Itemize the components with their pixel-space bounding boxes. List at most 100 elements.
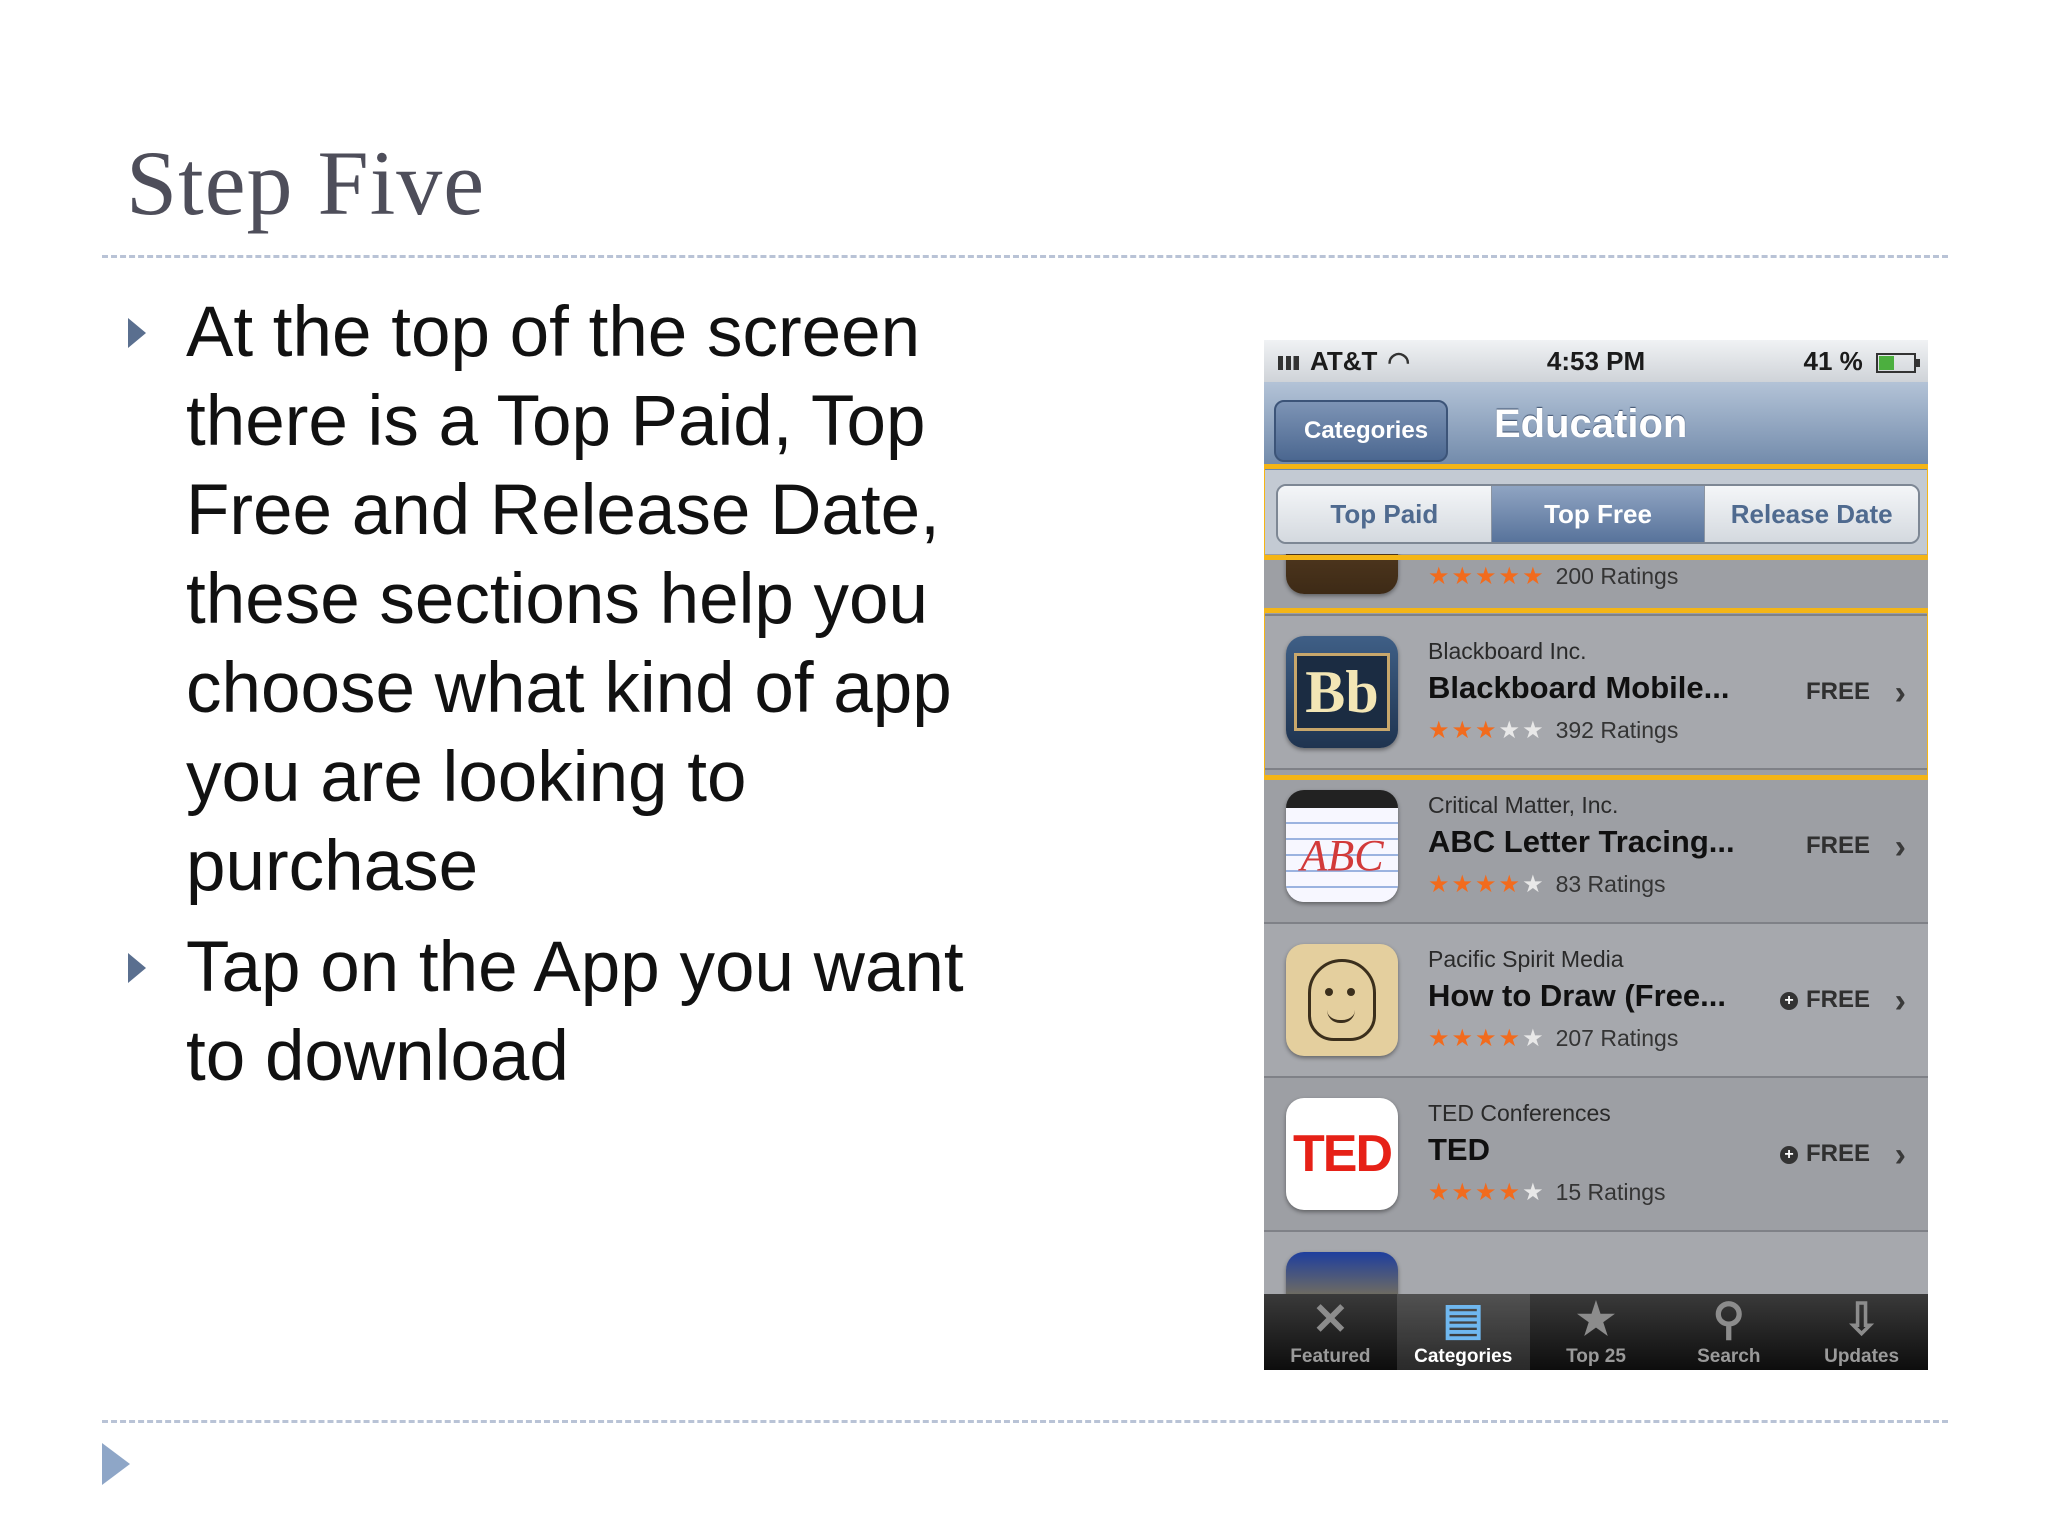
rating-count: 207 Ratings xyxy=(1555,1025,1679,1051)
bullet-text: At the top of the screen there is a Top … xyxy=(186,293,952,906)
app-icon xyxy=(1286,554,1398,594)
tab-label: Featured xyxy=(1290,1346,1371,1367)
face-sketch xyxy=(1308,959,1376,1041)
app-icon xyxy=(1286,1252,1398,1294)
rating: ★★★★★ 15 Ratings xyxy=(1428,1178,1666,1207)
star-icon: ★ xyxy=(1428,871,1452,898)
tab-label: Search xyxy=(1697,1346,1761,1367)
list-item[interactable]: ABC Critical Matter, Inc. ABC Letter Tra… xyxy=(1264,770,1928,924)
star-icon: ★ xyxy=(1475,871,1499,898)
price-text: FREE xyxy=(1805,986,1870,1013)
app-name: ABC Letter Tracing... xyxy=(1428,824,1735,859)
list-item[interactable]: ★★★★★ 200 Ratings xyxy=(1264,554,1928,616)
categories-back-button[interactable]: Categories xyxy=(1274,400,1449,462)
app-publisher: TED Conferences xyxy=(1428,1100,1611,1126)
bullet-arrow-icon xyxy=(128,953,146,983)
bullet-arrow-icon xyxy=(128,318,146,348)
bullet-text: Tap on the App you want to download xyxy=(186,928,964,1096)
face-drawing-icon xyxy=(1286,944,1398,1056)
star-icon: ★ xyxy=(1522,563,1546,590)
price-label: + FREE xyxy=(1779,986,1870,1014)
star-icon: ★ xyxy=(1522,1025,1546,1052)
updates-icon: ⇩ xyxy=(1843,1295,1881,1344)
slide-title: Step Five xyxy=(126,132,486,234)
star-rating: ★★★★★ xyxy=(1428,1178,1546,1207)
star-icon: ★ xyxy=(1522,871,1546,898)
tab-search[interactable]: ⚲ Search xyxy=(1662,1294,1795,1370)
abc-icon: ABC xyxy=(1286,790,1398,902)
rating-count: 15 Ratings xyxy=(1555,1179,1666,1205)
bullet-item: At the top of the screen there is a Top … xyxy=(124,288,984,911)
battery-fill xyxy=(1879,356,1894,371)
star-icon: ★ xyxy=(1576,1295,1616,1344)
tab-label: Top 25 xyxy=(1566,1346,1626,1367)
rating: ★★★★★ 83 Ratings xyxy=(1428,870,1666,899)
bottom-divider xyxy=(102,1420,1948,1423)
chevron-right-icon: › xyxy=(1894,1136,1906,1174)
star-icon: ★ xyxy=(1475,1179,1499,1206)
star-icon: ★ xyxy=(1428,1179,1452,1206)
app-publisher: Pacific Spirit Media xyxy=(1428,946,1624,972)
price-text: FREE xyxy=(1805,832,1870,859)
star-icon: ★ xyxy=(1428,1025,1452,1052)
phone-screenshot: AT&T ◠ 4:53 PM 41 % Categories Education … xyxy=(1264,340,1928,1370)
star-icon: ★ xyxy=(1451,1179,1476,1206)
star-icon: ★ xyxy=(1498,1179,1523,1206)
bullet-list: At the top of the screen there is a Top … xyxy=(124,288,984,1113)
app-name: How to Draw (Free... xyxy=(1428,978,1726,1013)
star-rating: ★★★★★ xyxy=(1428,1024,1546,1053)
icon-label: TED xyxy=(1293,1125,1393,1183)
top-divider xyxy=(102,255,1948,258)
list-item[interactable]: Pacific Spirit Media How to Draw (Free..… xyxy=(1264,924,1928,1078)
battery-icon xyxy=(1876,353,1920,374)
tab-bar: ✕ Featured ▤ Categories ★ Top 25 ⚲ Search ⇩ U… xyxy=(1264,1294,1928,1370)
star-icon: ★ xyxy=(1475,1025,1499,1052)
categories-icon: ▤ xyxy=(1442,1295,1484,1344)
star-icon: ★ xyxy=(1451,871,1476,898)
navigation-bar: Categories Education xyxy=(1264,382,1928,471)
tab-top-25[interactable]: ★ Top 25 xyxy=(1530,1294,1663,1370)
rating-count: 83 Ratings xyxy=(1555,871,1666,897)
app-publisher: Critical Matter, Inc. xyxy=(1428,792,1619,818)
chevron-right-icon: › xyxy=(1894,828,1906,866)
star-icon: ★ xyxy=(1451,563,1476,590)
star-icon: ★ xyxy=(1428,563,1452,590)
star-rating: ★★★★★ xyxy=(1428,870,1546,899)
tab-updates[interactable]: ⇩ Updates xyxy=(1795,1294,1928,1370)
rating: ★★★★★ 200 Ratings xyxy=(1428,562,1678,591)
star-icon: ★ xyxy=(1475,563,1499,590)
price-text: FREE xyxy=(1805,1140,1870,1167)
tab-label: Categories xyxy=(1414,1346,1513,1367)
in-app-plus-icon: + xyxy=(1779,1146,1798,1164)
battery-percent: 41 % xyxy=(1803,346,1863,376)
tab-featured[interactable]: ✕ Featured xyxy=(1264,1294,1397,1370)
star-icon: ★ xyxy=(1498,563,1523,590)
star-icon: ★ xyxy=(1451,1025,1476,1052)
app-name: TED xyxy=(1428,1132,1490,1167)
chevron-right-icon: › xyxy=(1894,982,1906,1020)
tab-label: Updates xyxy=(1824,1346,1900,1367)
rating: ★★★★★ 207 Ratings xyxy=(1428,1024,1678,1053)
star-icon: ★ xyxy=(1522,1179,1546,1206)
highlight-box xyxy=(1264,608,1928,780)
icon-label: ABC xyxy=(1300,830,1384,880)
highlight-box xyxy=(1264,464,1928,560)
tab-categories[interactable]: ▤ Categories xyxy=(1396,1294,1530,1370)
price-label: FREE xyxy=(1806,832,1870,860)
star-icon: ★ xyxy=(1498,1025,1523,1052)
battery-status: 41 % xyxy=(1803,346,1920,377)
star-rating: ★★★★★ xyxy=(1428,562,1546,591)
price-label: + FREE xyxy=(1779,1140,1870,1168)
status-bar: AT&T ◠ 4:53 PM 41 % xyxy=(1264,340,1928,382)
slide-arrow-icon xyxy=(102,1443,130,1485)
nav-title: Education xyxy=(1494,402,1688,446)
featured-icon: ✕ xyxy=(1311,1295,1349,1344)
bullet-item: Tap on the App you want to download xyxy=(124,923,984,1101)
list-item[interactable]: TED TED Conferences TED ★★★★★ 15 Ratings … xyxy=(1264,1078,1928,1232)
in-app-plus-icon: + xyxy=(1779,992,1798,1010)
rating-count: 200 Ratings xyxy=(1555,563,1679,589)
star-icon: ★ xyxy=(1498,871,1523,898)
list-item-partial[interactable] xyxy=(1264,1232,1928,1294)
ted-icon: TED xyxy=(1286,1098,1398,1210)
search-icon: ⚲ xyxy=(1712,1295,1745,1344)
